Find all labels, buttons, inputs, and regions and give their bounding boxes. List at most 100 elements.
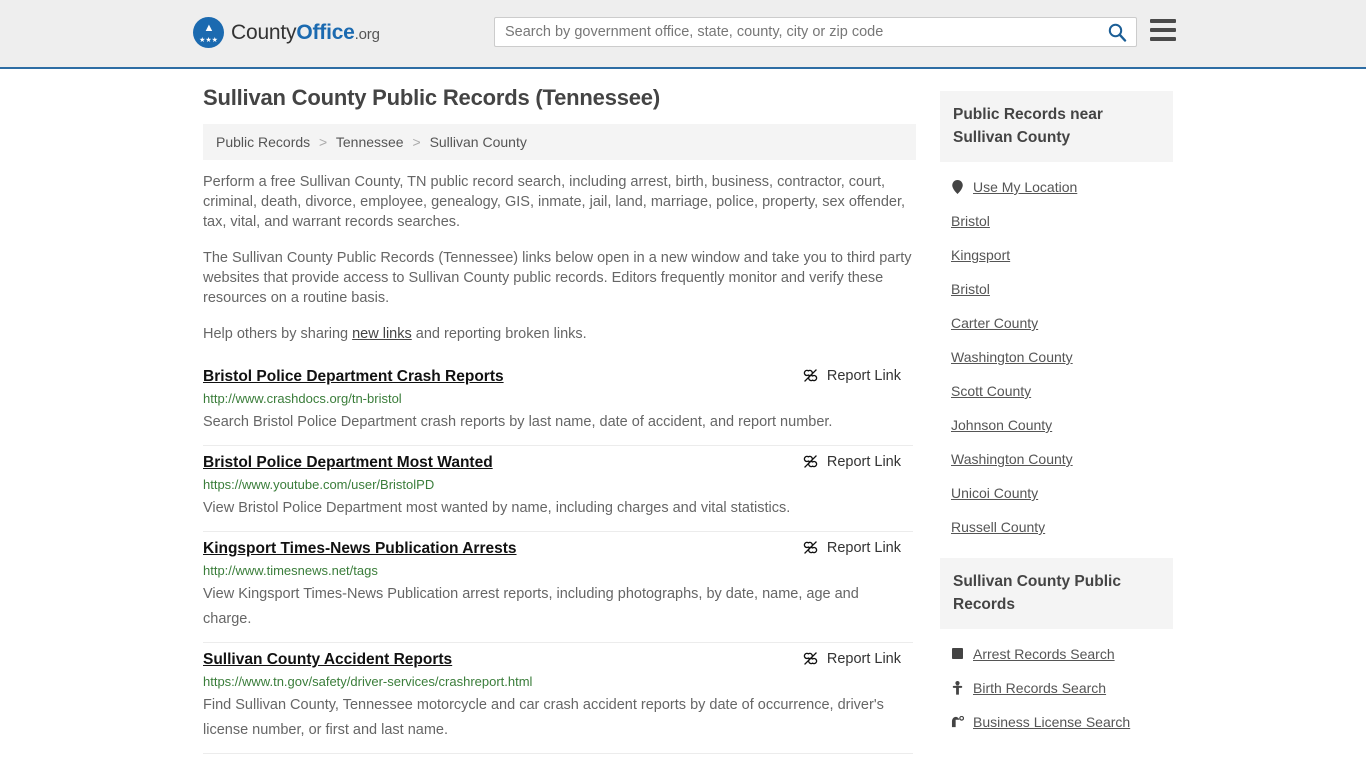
search-button[interactable] xyxy=(1098,18,1136,46)
sidebar-item-label[interactable]: Scott County xyxy=(951,383,1031,399)
record-link-title[interactable]: Bristol Police Department Crash Reports xyxy=(203,367,504,387)
sidebar-item-kingsport[interactable]: Kingsport xyxy=(940,238,1173,272)
sidebar-item-label[interactable]: Business License Search xyxy=(973,714,1130,730)
sidebar-item-label[interactable]: Washington County xyxy=(951,451,1073,467)
nearby-records-panel: Public Records near Sullivan County Use … xyxy=(940,91,1173,544)
list-item: Bristol Police Department Most Wanted Re… xyxy=(203,446,913,532)
sidebar-item-johnson-county[interactable]: Johnson County xyxy=(940,408,1173,442)
record-links-list: Bristol Police Department Crash Reports … xyxy=(203,360,916,754)
broken-link-icon xyxy=(803,369,818,382)
record-link-url: https://www.youtube.com/user/BristolPD xyxy=(203,477,435,492)
breadcrumb-item-sullivan-county[interactable]: Sullivan County xyxy=(430,134,527,150)
sidebar-item-use-my-location[interactable]: Use My Location xyxy=(940,170,1173,204)
sidebar-item-bristol[interactable]: Bristol xyxy=(940,204,1173,238)
brand-wordmark: CountyOffice.org xyxy=(231,21,380,45)
fingerprint-icon xyxy=(951,648,964,660)
sidebar-item-label[interactable]: Birth Records Search xyxy=(973,680,1106,696)
record-link-title[interactable]: Sullivan County Accident Reports xyxy=(203,650,452,670)
new-links-link[interactable]: new links xyxy=(352,326,412,342)
link-header-row: Bristol Police Department Most Wanted Re… xyxy=(203,453,913,473)
report-link-label: Report Link xyxy=(826,650,901,667)
sidebar-item-carter-county[interactable]: Carter County xyxy=(940,306,1173,340)
share-text-after: and reporting broken links. xyxy=(411,326,587,342)
sidebar-item-label[interactable]: Kingsport xyxy=(951,247,1010,263)
hamburger-bar xyxy=(1150,19,1176,23)
breadcrumb: Public Records > Tennessee > Sullivan Co… xyxy=(203,124,916,160)
main-column: Sullivan County Public Records (Tennesse… xyxy=(193,85,916,754)
intro-paragraph-1: Perform a free Sullivan County, TN publi… xyxy=(203,174,906,230)
record-link-title[interactable]: Bristol Police Department Most Wanted xyxy=(203,453,493,473)
breadcrumb-item-tennessee[interactable]: Tennessee xyxy=(336,134,404,150)
broken-link-icon xyxy=(803,541,818,554)
list-item: Bristol Police Department Crash Reports … xyxy=(203,360,913,446)
brand-part-county: County xyxy=(231,20,297,44)
report-link-button[interactable]: Report Link xyxy=(802,367,901,384)
breadcrumb-separator-icon: > xyxy=(412,134,421,150)
sidebar-item-label[interactable]: Bristol xyxy=(951,281,990,297)
site-logo-link[interactable]: ▲ ★★★ CountyOffice.org xyxy=(193,17,380,48)
sidebar-item-business-license-search[interactable]: Business License Search xyxy=(940,705,1173,739)
countyoffice-logo-icon: ▲ ★★★ xyxy=(193,17,224,48)
record-link-url: https://www.tn.gov/safety/driver-service… xyxy=(203,674,533,689)
sidebar-item-scott-county[interactable]: Scott County xyxy=(940,374,1173,408)
report-link-button[interactable]: Report Link xyxy=(802,539,901,556)
county-records-panel: Sullivan County Public Records Arrest Re… xyxy=(940,558,1173,739)
report-link-label: Report Link xyxy=(826,367,901,384)
list-item: Sullivan County Accident Reports Report … xyxy=(203,643,913,754)
site-header: ▲ ★★★ CountyOffice.org xyxy=(0,0,1366,69)
sidebar-item-label[interactable]: Russell County xyxy=(951,519,1045,535)
record-link-description: View Kingsport Times-News Publication ar… xyxy=(203,586,859,627)
link-header-row: Sullivan County Accident Reports Report … xyxy=(203,650,913,670)
nearby-records-list: Use My Location Bristol Kingsport Bristo… xyxy=(940,162,1173,544)
sidebar-item-washington-county[interactable]: Washington County xyxy=(940,340,1173,374)
brand-part-office: Office xyxy=(296,20,355,44)
report-link-label: Report Link xyxy=(826,453,901,470)
sidebar: Public Records near Sullivan County Use … xyxy=(940,85,1173,754)
report-link-label: Report Link xyxy=(826,539,901,556)
record-link-description: Find Sullivan County, Tennessee motorcyc… xyxy=(203,697,884,738)
share-text-before: Help others by sharing xyxy=(203,326,353,342)
baby-icon xyxy=(951,681,964,695)
record-link-url: http://www.crashdocs.org/tn-bristol xyxy=(203,391,402,406)
search-bar xyxy=(494,17,1137,47)
breadcrumb-separator-icon: > xyxy=(319,134,328,150)
broken-link-icon xyxy=(803,652,818,665)
intro-paragraph-2: The Sullivan County Public Records (Tenn… xyxy=(203,250,912,306)
sidebar-item-washington-county-2[interactable]: Washington County xyxy=(940,442,1173,476)
link-header-row: Kingsport Times-News Publication Arrests… xyxy=(203,539,913,559)
intro-paragraph-3: Help others by sharing new links and rep… xyxy=(203,324,913,344)
sidebar-item-label[interactable]: Use My Location xyxy=(973,179,1077,195)
sidebar-item-label[interactable]: Arrest Records Search xyxy=(973,646,1115,662)
sidebar-item-label[interactable]: Bristol xyxy=(951,213,990,229)
county-records-title: Sullivan County Public Records xyxy=(940,558,1173,629)
record-link-description: Search Bristol Police Department crash r… xyxy=(203,414,833,430)
page-body: Sullivan County Public Records (Tennesse… xyxy=(0,69,1366,754)
sidebar-item-bristol-2[interactable]: Bristol xyxy=(940,272,1173,306)
hamburger-bar xyxy=(1150,28,1176,32)
sidebar-item-label[interactable]: Johnson County xyxy=(951,417,1052,433)
sidebar-item-birth-records-search[interactable]: Birth Records Search xyxy=(940,671,1173,705)
search-input[interactable] xyxy=(495,18,1098,46)
hamburger-menu-icon[interactable] xyxy=(1150,19,1176,41)
record-link-title[interactable]: Kingsport Times-News Publication Arrests xyxy=(203,539,517,559)
link-header-row: Bristol Police Department Crash Reports … xyxy=(203,367,913,387)
sidebar-item-label[interactable]: Washington County xyxy=(951,349,1073,365)
sidebar-item-russell-county[interactable]: Russell County xyxy=(940,510,1173,544)
report-link-button[interactable]: Report Link xyxy=(802,650,901,667)
shop-icon xyxy=(951,716,964,728)
brand-part-org: .org xyxy=(354,25,380,43)
sidebar-item-unicoi-county[interactable]: Unicoi County xyxy=(940,476,1173,510)
report-link-button[interactable]: Report Link xyxy=(802,453,901,470)
breadcrumb-item-public-records[interactable]: Public Records xyxy=(216,134,310,150)
broken-link-icon xyxy=(803,455,818,468)
sidebar-item-label[interactable]: Unicoi County xyxy=(951,485,1038,501)
hamburger-bar xyxy=(1150,37,1176,41)
search-icon xyxy=(1108,23,1127,42)
record-link-url: http://www.timesnews.net/tags xyxy=(203,563,378,578)
sidebar-item-arrest-records-search[interactable]: Arrest Records Search xyxy=(940,637,1173,671)
map-pin-icon xyxy=(951,180,964,194)
sidebar-item-label[interactable]: Carter County xyxy=(951,315,1038,331)
list-item: Kingsport Times-News Publication Arrests… xyxy=(203,532,913,643)
page-title: Sullivan County Public Records (Tennesse… xyxy=(203,85,660,110)
content-wrapper: Sullivan County Public Records (Tennesse… xyxy=(193,69,1173,754)
